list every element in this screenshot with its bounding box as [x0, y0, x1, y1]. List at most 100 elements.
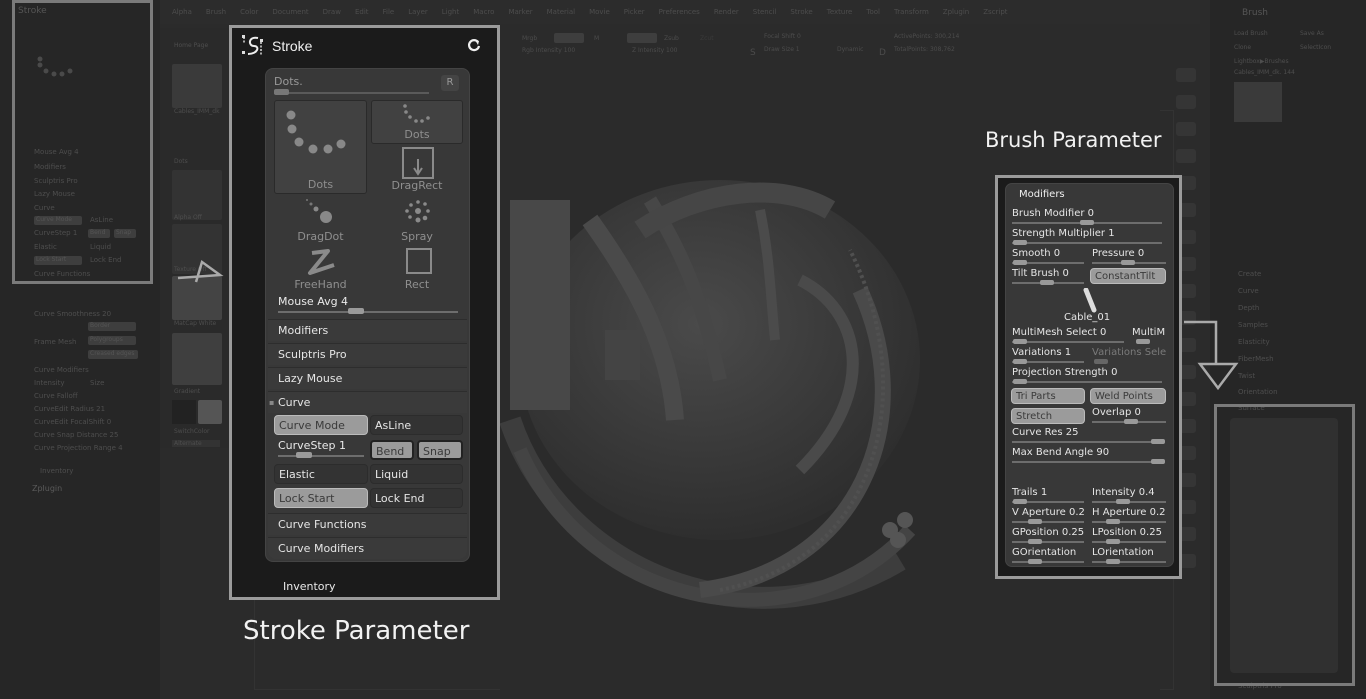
projection-strength-track[interactable] [1012, 381, 1162, 383]
zcut-button[interactable]: Zcut [700, 35, 714, 42]
main-color-swatch[interactable] [172, 400, 196, 424]
alternate-button[interactable]: Alternate [172, 440, 220, 447]
left-cm-intensity[interactable]: Intensity [34, 379, 64, 387]
tool-thumbnail[interactable] [172, 64, 222, 108]
section-curve-functions[interactable]: Curve Functions [268, 513, 467, 535]
tool-zoom-icon[interactable] [1176, 149, 1196, 163]
strength-multiplier-knob[interactable] [1013, 240, 1027, 245]
variations-knob[interactable] [1013, 359, 1027, 364]
stroke-tile-spray[interactable]: Spray [371, 197, 463, 245]
menu-zplugin[interactable]: Zplugin [943, 8, 969, 16]
menu-brush[interactable]: Brush [206, 8, 226, 16]
dynamic-button[interactable]: Dynamic [837, 46, 863, 53]
multimesh-select-track[interactable] [1012, 341, 1124, 343]
constant-tilt-button[interactable]: ConstantTilt [1090, 268, 1166, 284]
curvestep-knob[interactable] [296, 452, 312, 458]
curvestep-track[interactable] [278, 455, 364, 457]
stroke-tile-dots-large[interactable]: Dots [274, 100, 367, 194]
selected-stroke-track[interactable] [274, 92, 429, 94]
save-as-button[interactable]: Save As [1300, 30, 1324, 37]
clone-button[interactable]: Clone [1234, 44, 1251, 51]
rtray-curve[interactable]: Curve [1238, 287, 1259, 295]
left-curve-modifiers[interactable]: Curve Modifiers [34, 366, 89, 374]
menu-macro[interactable]: Macro [473, 8, 494, 16]
home-page-button[interactable]: Home Page [174, 42, 208, 49]
variations-select-knob[interactable] [1094, 359, 1108, 364]
secondary-color-swatch[interactable] [198, 400, 222, 424]
section-curve-modifiers[interactable]: Curve Modifiers [268, 537, 467, 559]
menu-material[interactable]: Material [547, 8, 575, 16]
r-button[interactable]: R [441, 75, 459, 91]
multimesh-select-knob[interactable] [1013, 339, 1027, 344]
menu-edit[interactable]: Edit [355, 8, 369, 16]
weld-points-button[interactable]: Weld Points [1090, 388, 1166, 404]
left-cm-snap[interactable]: Curve Snap Distance 25 [34, 431, 118, 439]
lock-start-button[interactable]: Lock Start [274, 488, 368, 508]
menu-light[interactable]: Light [442, 8, 459, 16]
stretch-button[interactable]: Stretch [1011, 408, 1085, 424]
tool-bpr-icon[interactable] [1176, 68, 1196, 82]
section-modifiers[interactable]: Modifiers [268, 319, 467, 341]
inventory-item[interactable]: Inventory [283, 580, 336, 593]
current-brush-thumb[interactable] [1234, 82, 1282, 122]
menu-preferences[interactable]: Preferences [659, 8, 700, 16]
rgb-intensity-slider[interactable]: Rgb Intensity 100 [522, 47, 575, 54]
menu-texture[interactable]: Texture [827, 8, 853, 16]
left-cm-radius[interactable]: CurveEdit Radius 21 [34, 405, 105, 413]
menu-draw[interactable]: Draw [323, 8, 341, 16]
left-curve-smoothness[interactable]: Curve Smoothness 20 [34, 310, 111, 318]
lorientation-knob[interactable] [1106, 559, 1120, 564]
overlap-knob[interactable] [1124, 419, 1138, 424]
z-intensity-slider[interactable]: Z Intensity 100 [632, 47, 678, 54]
mouse-avg-knob[interactable] [348, 308, 364, 314]
alpha-thumbnail[interactable] [172, 170, 222, 220]
intensity-knob[interactable] [1116, 499, 1130, 504]
menu-zscript[interactable]: Zscript [983, 8, 1007, 16]
menu-layer[interactable]: Layer [408, 8, 428, 16]
switch-color-button[interactable]: SwitchColor [174, 428, 210, 435]
rtray-depth[interactable]: Depth [1238, 304, 1259, 312]
selected-stroke-knob[interactable] [274, 89, 289, 95]
left-cm-projection[interactable]: Curve Projection Range 4 [34, 444, 123, 452]
mrgb-button[interactable]: Mrgb [522, 35, 537, 42]
refresh-icon[interactable] [467, 38, 481, 52]
projection-strength-knob[interactable] [1013, 379, 1027, 384]
stroke-tile-freehand[interactable]: FreeHand [274, 245, 367, 293]
curve-res-knob[interactable] [1151, 439, 1165, 444]
gposition-knob[interactable] [1028, 539, 1042, 544]
max-bend-angle-track[interactable] [1012, 461, 1162, 463]
trails-knob[interactable] [1013, 499, 1027, 504]
left-creased[interactable]: Creased edges [88, 350, 138, 359]
stroke-tile-dragrect[interactable]: DragRect [371, 146, 463, 194]
brush-modifier-knob[interactable] [1080, 220, 1094, 225]
menu-document[interactable]: Document [272, 8, 308, 16]
elastic-button[interactable]: Elastic [274, 464, 368, 484]
stroke-tile-dots-small[interactable]: Dots [371, 100, 463, 144]
bend-button[interactable]: Bend [370, 440, 414, 460]
menu-stencil[interactable]: Stencil [753, 8, 777, 16]
v-aperture-knob[interactable] [1028, 519, 1042, 524]
gorientation-knob[interactable] [1028, 559, 1042, 564]
section-curve[interactable]: ▪ Curve [268, 391, 467, 413]
zsub-button[interactable]: Zsub [664, 35, 679, 42]
snap-button[interactable]: Snap [417, 440, 463, 460]
rtray-create[interactable]: Create [1238, 270, 1261, 278]
v-aperture-track[interactable] [1012, 521, 1084, 523]
curve-mode-button[interactable]: Curve Mode [274, 415, 368, 435]
menu-tool[interactable]: Tool [866, 8, 880, 16]
draw-size-slider[interactable]: Draw Size 1 [764, 46, 800, 53]
h-aperture-knob[interactable] [1106, 519, 1120, 524]
tri-parts-button[interactable]: Tri Parts [1011, 388, 1085, 404]
lposition-track[interactable] [1092, 541, 1166, 543]
mouse-avg-track[interactable] [278, 311, 458, 313]
left-border[interactable]: Border [88, 322, 136, 331]
asline-button[interactable]: AsLine [370, 415, 463, 435]
tool-scroll-icon[interactable] [1176, 122, 1196, 136]
menu-file[interactable]: File [383, 8, 395, 16]
lightbox-brushes-button[interactable]: Lightbox▶Brushes [1234, 58, 1289, 65]
section-lazy-mouse[interactable]: Lazy Mouse [268, 367, 467, 389]
left-cm-focal[interactable]: CurveEdit FocalShift 0 [34, 418, 111, 426]
focal-shift-slider[interactable]: Focal Shift 0 [764, 33, 801, 40]
left-cm-size[interactable]: Size [90, 379, 104, 387]
menu-color[interactable]: Color [240, 8, 258, 16]
